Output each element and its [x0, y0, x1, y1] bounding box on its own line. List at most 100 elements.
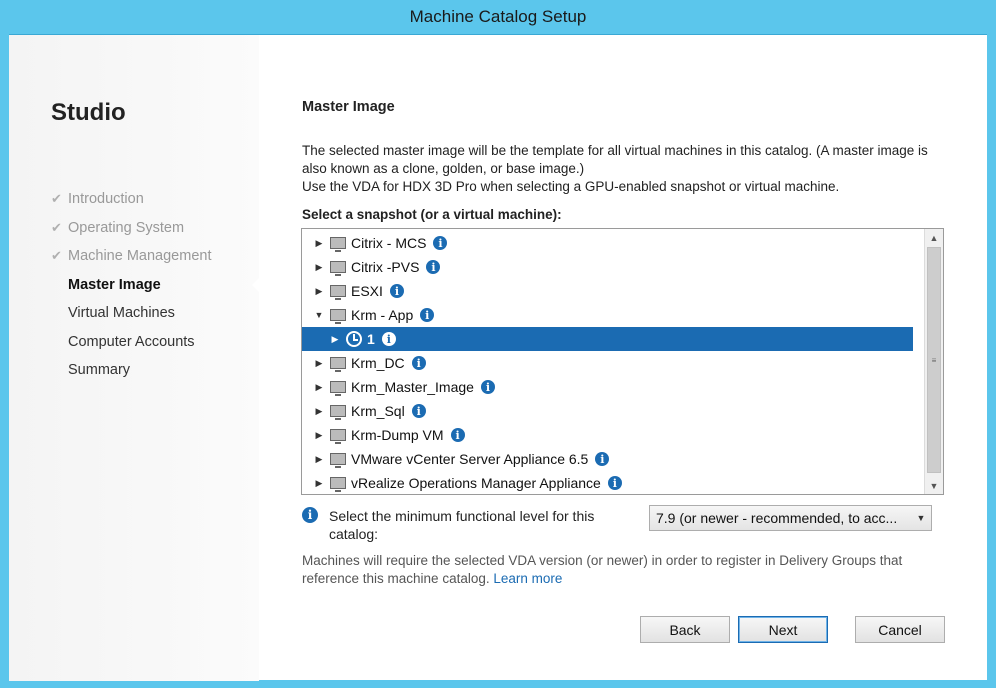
functional-level-value: 7.9 (or newer - recommended, to acc...	[656, 510, 898, 526]
expanded-arrow-icon[interactable]: ▼	[312, 310, 326, 320]
back-button[interactable]: Back	[640, 616, 730, 643]
virtual-machine-icon	[330, 357, 346, 372]
wizard-sidebar: Studio ✔ Introduction ✔ Operating System ✔…	[9, 35, 262, 681]
tree-item[interactable]: ▶ ESXI i	[302, 279, 913, 303]
next-button[interactable]: Next	[738, 616, 828, 643]
info-icon[interactable]: i	[607, 476, 622, 490]
wizard-steps: ✔ Introduction ✔ Operating System ✔ Machine…	[51, 185, 211, 385]
functional-level-label: Select the minimum functional level for …	[329, 508, 595, 542]
collapsed-arrow-icon[interactable]: ▶	[312, 430, 326, 441]
tree-item-label: Krm_Master_Image	[351, 379, 474, 395]
tree-item-label: vRealize Operations Manager Appliance	[351, 475, 601, 491]
wizard-content: Master Image The selected master image w…	[301, 35, 981, 681]
collapsed-arrow-icon[interactable]: ▶	[312, 478, 326, 489]
virtual-machine-icon	[330, 285, 346, 300]
current-step-pointer	[252, 275, 262, 295]
tree-item[interactable]: ▼ Krm - App i	[302, 303, 913, 327]
page-title: Master Image	[302, 99, 395, 115]
tree-item-label: Krm - App	[351, 307, 414, 323]
scroll-down-icon[interactable]: ▼	[925, 477, 943, 494]
step-label: Computer Accounts	[68, 333, 195, 350]
info-icon[interactable]: i	[381, 332, 396, 346]
virtual-machine-icon	[330, 429, 346, 444]
collapsed-arrow-icon[interactable]: ▶	[312, 382, 326, 393]
tree-item[interactable]: ▶ Krm_DC i	[302, 351, 913, 375]
info-icon[interactable]: i	[433, 236, 448, 250]
scroll-thumb[interactable]: ≡	[927, 247, 941, 473]
tree-item[interactable]: ▶ Citrix - MCS i	[302, 231, 913, 255]
collapsed-arrow-icon[interactable]: ▶	[312, 238, 326, 249]
step-introduction[interactable]: ✔ Introduction	[51, 185, 211, 214]
tree-item[interactable]: ▶ 1 i	[302, 327, 913, 351]
step-label: Operating System	[68, 219, 185, 236]
info-icon[interactable]: i	[411, 356, 426, 370]
tree-item[interactable]: ▶ vRealize Operations Manager Appliance i	[302, 471, 913, 494]
step-label: Virtual Machines	[68, 305, 175, 322]
tree-item-label: Krm_Sql	[351, 403, 405, 419]
vda-note: Machines will require the selected VDA v…	[302, 552, 962, 588]
learn-more-link[interactable]: Learn more	[493, 571, 562, 586]
step-summary: Summary	[51, 356, 211, 385]
check-icon: ✔	[51, 219, 62, 235]
tree-item[interactable]: ▶ Citrix -PVS i	[302, 255, 913, 279]
collapsed-arrow-icon[interactable]: ▶	[312, 358, 326, 369]
tree-item[interactable]: ▶ VMware vCenter Server Appliance 6.5 i	[302, 447, 913, 471]
tree-item-label: VMware vCenter Server Appliance 6.5	[351, 451, 589, 467]
tree-item[interactable]: ▶ Krm-Dump VM i	[302, 423, 913, 447]
virtual-machine-icon	[330, 237, 346, 252]
collapsed-arrow-icon[interactable]: ▶	[312, 454, 326, 465]
step-machine-management[interactable]: ✔ Machine Management	[51, 242, 211, 271]
check-icon: ✔	[51, 248, 62, 264]
virtual-machine-icon	[330, 453, 346, 468]
virtual-machine-icon	[330, 309, 346, 324]
tree-item-label: Krm_DC	[351, 355, 405, 371]
check-icon: ✔	[51, 191, 62, 207]
tree-item-label: Citrix -PVS	[351, 259, 420, 275]
info-icon: i	[302, 507, 318, 523]
collapsed-arrow-icon[interactable]: ▶	[312, 406, 326, 417]
tree-item[interactable]: ▶ Krm_Master_Image i	[302, 375, 913, 399]
vda-note-text: Machines will require the selected VDA v…	[302, 553, 903, 586]
functional-level-select[interactable]: 7.9 (or newer - recommended, to acc... ▼	[649, 505, 932, 531]
snapshot-tree[interactable]: ▶ vRealize Operations Manager Appliance i ▶…	[301, 228, 944, 495]
info-icon[interactable]: i	[389, 284, 404, 298]
step-label: Machine Management	[68, 248, 212, 265]
info-icon[interactable]: i	[411, 404, 426, 418]
virtual-machine-icon	[330, 261, 346, 276]
scroll-up-icon[interactable]: ▲	[925, 229, 943, 246]
step-computer-accounts: Computer Accounts	[51, 328, 211, 357]
virtual-machine-icon	[330, 477, 346, 492]
tree-scrollbar[interactable]: ▲ ≡ ▼	[924, 229, 943, 494]
cancel-button[interactable]: Cancel	[855, 616, 945, 643]
collapsed-arrow-icon[interactable]: ▶	[328, 334, 342, 345]
tree-item-label: Citrix - MCS	[351, 235, 427, 251]
page-description: The selected master image will be the te…	[302, 142, 942, 196]
step-label: Introduction	[68, 191, 144, 208]
tree-item-label: 1	[367, 331, 375, 347]
info-icon[interactable]: i	[420, 308, 435, 322]
wizard-window: Studio ✔ Introduction ✔ Operating System ✔…	[9, 34, 987, 681]
step-label: Master Image	[68, 276, 161, 293]
collapsed-arrow-icon[interactable]: ▶	[312, 286, 326, 297]
step-master-image[interactable]: Master Image	[51, 271, 211, 300]
tree-item-label: ESXI	[351, 283, 383, 299]
info-icon[interactable]: i	[595, 452, 610, 466]
chevron-down-icon: ▼	[916, 513, 926, 523]
info-icon[interactable]: i	[426, 260, 441, 274]
collapsed-arrow-icon[interactable]: ▶	[312, 262, 326, 273]
sidebar-title: Studio	[51, 99, 126, 126]
info-icon[interactable]: i	[480, 380, 495, 394]
tree-item[interactable]: ▶ Krm_Sql i	[302, 399, 913, 423]
info-icon[interactable]: i	[450, 428, 465, 442]
virtual-machine-icon	[330, 381, 346, 396]
description-line-2: Use the VDA for HDX 3D Pro when selectin…	[302, 179, 840, 194]
description-line-1: The selected master image will be the te…	[302, 143, 928, 176]
snapshot-select-label: Select a snapshot (or a virtual machine)…	[302, 207, 562, 222]
window-title: Machine Catalog Setup	[409, 7, 587, 26]
window-titlebar: Machine Catalog Setup	[0, 0, 996, 34]
virtual-machine-icon	[330, 405, 346, 420]
step-label: Summary	[68, 362, 131, 379]
tree-item-label: Krm-Dump VM	[351, 427, 444, 443]
step-operating-system[interactable]: ✔ Operating System	[51, 214, 211, 243]
step-virtual-machines: Virtual Machines	[51, 299, 211, 328]
